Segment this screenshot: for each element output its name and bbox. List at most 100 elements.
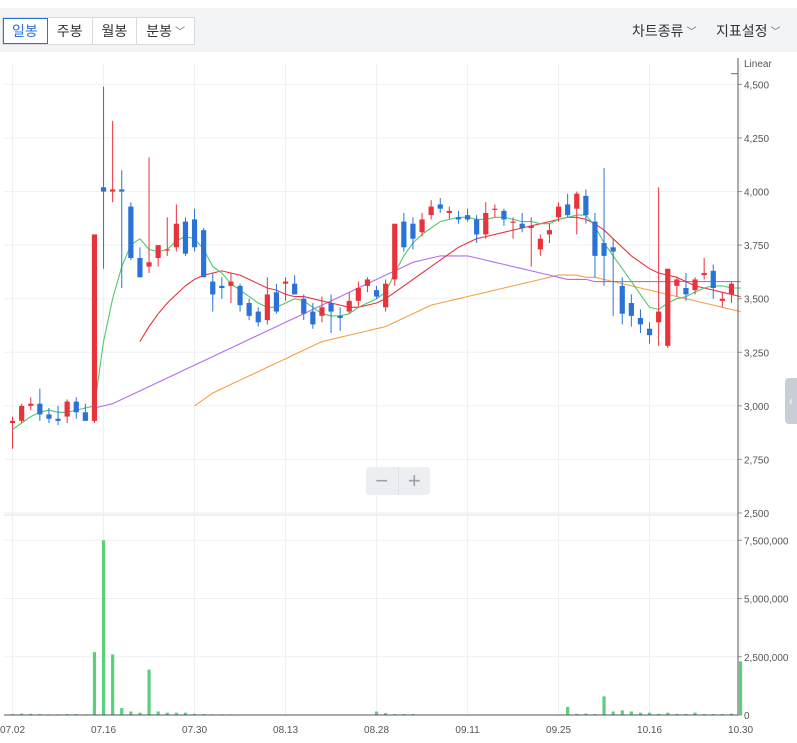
candle-body [719,298,725,301]
candle-body [237,285,243,306]
price-tick-label: 3,500 [744,295,769,306]
price-tick-label: 4,500 [744,80,769,91]
candle-body [164,249,170,251]
volume-tick-label: 2,500,000 [744,653,789,664]
candle-body [455,217,462,220]
candle-body [646,328,653,336]
price-tick-label: 2,750 [744,455,769,466]
candle-body [273,292,280,312]
volume-tick-label: 0 [744,711,750,722]
candle-body [437,204,443,209]
candle-body [246,303,252,316]
candle-body [464,215,471,220]
volume-bar [566,706,570,715]
candle-body [683,288,689,295]
zoom-out-button[interactable]: − [366,467,399,495]
candle-body [574,193,580,209]
volume-bar [629,711,633,715]
candle-body [264,294,270,321]
candle-body [201,230,207,278]
date-tick-label: 10.30 [728,725,753,736]
chart-grid [4,63,742,716]
candle-body [510,221,516,223]
price-tick-label: 4,250 [744,134,769,145]
candle-body [110,189,116,192]
candle-body [583,195,589,216]
candle-body [46,414,52,419]
volume-bar [620,710,624,715]
price-tick-label: 3,750 [744,241,769,252]
candle-body [128,206,134,258]
candle-body [28,403,34,406]
candle-body [173,223,179,248]
candle-body [91,234,98,421]
date-tick-label: 09.25 [546,725,571,736]
candle-body [656,311,662,323]
candle-body [337,315,343,318]
candle-body [228,281,234,286]
price-tick-label: 4,000 [744,188,769,199]
date-tick-label: 07.16 [91,725,116,736]
candle-body [674,279,680,286]
volume-bar [129,711,133,715]
volume-bar [156,711,160,715]
candle-body [219,285,225,288]
candle-body [383,283,389,308]
candle-body [19,405,25,421]
candle-body [182,221,189,254]
volume-bar [101,540,106,715]
volume-bar [738,661,743,715]
candle-body [610,247,616,252]
candle-body [282,281,289,284]
candle-body [310,311,316,325]
candle-body [328,303,334,312]
price-tick-label: 3,000 [744,402,769,413]
candle-body [301,298,307,314]
candle-body [501,210,507,220]
ma-long-line [94,255,741,409]
chevron-left-icon: ‹ [789,394,793,408]
candle-body [210,281,216,295]
ma-mid-line [139,216,741,342]
candle-body [728,283,735,295]
candle-body [519,223,525,228]
volume-bar [611,711,615,715]
price-tick-label: 3,250 [744,348,769,359]
date-tick-label: 08.13 [273,725,298,736]
candle-body [555,206,562,218]
chart-axes: 2,500 2,750 3,000 3,250 3,500 3,750 4,000 4,250… [0,58,789,736]
candle-body [64,401,70,417]
candle-body [665,268,671,346]
volume-bar [374,711,379,715]
candle-body [137,258,143,278]
date-tick-label: 07.02 [0,725,25,736]
candle-body [701,273,707,276]
date-tick-label: 08.28 [364,725,389,736]
volume-bar [120,708,124,715]
candle-body [710,270,716,288]
price-tick-label: 2,500 [744,509,769,520]
side-panel-toggle[interactable]: ‹ [785,378,797,424]
candle-body [537,238,543,250]
candle-body [319,307,325,316]
date-tick-label: 07.30 [182,725,207,736]
volume-bar [111,654,115,715]
candle-body [592,221,598,256]
candle-body [37,403,43,415]
candle-body [146,262,152,267]
candle-body [355,288,361,301]
candle-body [392,223,398,280]
price-volume-chart[interactable]: 2,500 2,750 3,000 3,250 3,500 3,750 4,000 4,250… [0,0,797,743]
candle-body [373,290,380,297]
volume-bar [147,669,151,715]
candle-body [492,208,498,210]
candle-body [364,279,371,286]
volume-tick-label: 7,500,000 [744,536,789,547]
candle-body [428,206,434,216]
candle-body [73,401,79,413]
candle-body [292,283,298,295]
candle-body [692,279,698,291]
candle-body [619,285,625,314]
zoom-in-button[interactable]: + [399,467,431,495]
candle-body [100,187,107,192]
